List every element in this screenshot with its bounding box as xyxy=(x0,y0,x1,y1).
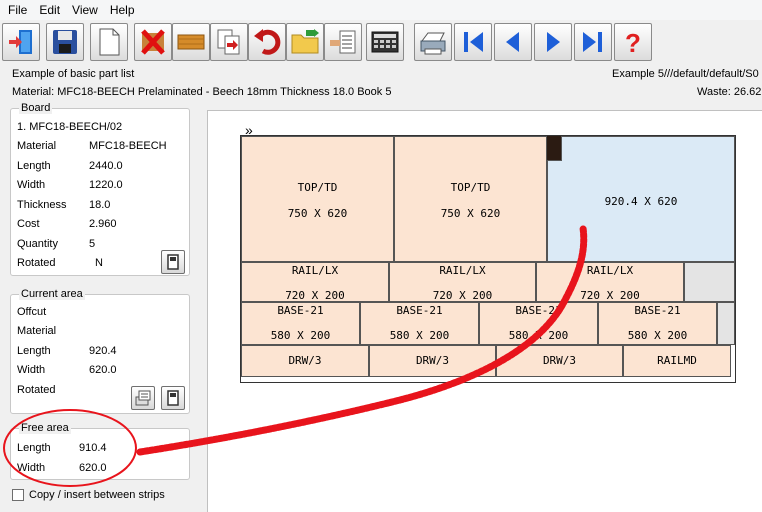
waste-readout: Waste: 26.62 xyxy=(697,86,762,98)
part-cell[interactable]: BASE-21 580 X 200 xyxy=(479,302,598,345)
board-row-quantity: Quantity 5 xyxy=(17,238,96,250)
question-mark-icon: ? xyxy=(625,28,641,57)
copy-insert-checkbox[interactable]: Copy / insert between strips xyxy=(12,489,165,501)
free-area-group: Free area Length 910.4 Width 620.0 xyxy=(10,422,190,480)
menu-file[interactable]: File xyxy=(2,3,33,17)
part-cell[interactable]: RAIL/LX 720 X 200 xyxy=(389,262,536,302)
board-group-title: Board xyxy=(19,102,53,114)
menu-edit[interactable]: Edit xyxy=(33,3,66,17)
list-title: Example of basic part list xyxy=(12,68,135,80)
part-cell[interactable]: BASE-21 580 X 200 xyxy=(598,302,717,345)
part-cell[interactable]: DRW/3 xyxy=(241,345,369,377)
open-folder-button[interactable] xyxy=(286,23,324,61)
last-page-icon xyxy=(583,32,602,52)
free-row-length: Length 910.4 xyxy=(17,442,107,454)
waste-cell xyxy=(717,302,735,345)
current-row-rotated: Rotated xyxy=(17,384,56,396)
list-path: Example 5///default/default/S0 xyxy=(612,68,759,80)
wood-board-icon xyxy=(177,34,205,50)
print-button[interactable] xyxy=(414,23,452,61)
toolbar: ? xyxy=(0,20,762,66)
free-area-cell[interactable]: 920.4 X 620 xyxy=(547,160,735,262)
offcut-list-button[interactable] xyxy=(131,386,155,410)
part-cell[interactable]: RAILMD xyxy=(623,345,731,377)
board-row-cost: Cost 2.960 xyxy=(17,218,117,230)
svg-text:?: ? xyxy=(625,28,641,57)
part-cell[interactable]: RAIL/LX 720 X 200 xyxy=(241,262,389,302)
exit-door-icon xyxy=(9,30,32,54)
board-group: Board 1. MFC18-BEECH/02 Material MFC18-BE… xyxy=(10,102,190,276)
current-row-material: Material xyxy=(17,325,57,337)
current-area-title: Current area xyxy=(19,288,85,300)
documents-arrow-icon xyxy=(217,29,240,55)
board-button[interactable] xyxy=(172,23,210,61)
menu-help[interactable]: Help xyxy=(104,3,141,17)
delete-button[interactable] xyxy=(134,23,172,61)
previous-button[interactable] xyxy=(494,23,532,61)
free-area-top xyxy=(561,136,735,161)
current-row-length: Length 920.4 xyxy=(17,345,117,357)
floppy-disk-icon xyxy=(53,30,77,54)
checkbox-box[interactable] xyxy=(12,489,24,501)
board-item: 1. MFC18-BEECH/02 xyxy=(17,121,123,133)
current-row-width: Width 620.0 xyxy=(17,364,117,376)
undo-arrow-icon xyxy=(254,29,281,55)
board-row-thickness: Thickness 18.0 xyxy=(17,199,111,211)
rotate-board-button[interactable] xyxy=(161,250,185,274)
save-button[interactable] xyxy=(46,23,84,61)
list-stack-icon xyxy=(135,390,151,406)
next-icon xyxy=(547,32,560,52)
part-cell[interactable]: RAIL/LX 720 X 200 xyxy=(536,262,684,302)
exit-button[interactable] xyxy=(2,23,40,61)
menu-bar: File Edit View Help xyxy=(0,0,762,20)
red-x-icon xyxy=(141,29,165,55)
printer-icon xyxy=(420,32,446,55)
keypad-icon xyxy=(371,31,399,53)
copy-insert-label: Copy / insert between strips xyxy=(29,489,165,501)
cutting-layout-view[interactable]: » TOP/TD 750 X 620 TOP/TD 750 X 620 920.… xyxy=(207,110,762,512)
board-layout: » TOP/TD 750 X 620 TOP/TD 750 X 620 920.… xyxy=(240,122,736,383)
current-area-group: Current area Offcut Material Length 920.4… xyxy=(10,288,190,414)
part-cell[interactable]: TOP/TD 750 X 620 xyxy=(394,136,547,262)
board-row-rotated: Rotated N xyxy=(17,257,103,269)
material-line: Material: MFC18-BEECH Prelaminated - Bee… xyxy=(12,86,392,98)
new-button[interactable] xyxy=(90,23,128,61)
previous-icon xyxy=(506,32,519,52)
rotate-area-button[interactable] xyxy=(161,386,185,410)
blank-page-icon xyxy=(99,28,120,56)
trim-marker xyxy=(547,136,561,160)
hand-list-icon xyxy=(330,30,356,54)
folder-icon xyxy=(291,29,319,54)
free-row-width: Width 620.0 xyxy=(17,462,107,474)
left-panel: Board 1. MFC18-BEECH/02 Material MFC18-BE… xyxy=(0,100,198,512)
board-icon xyxy=(167,390,179,406)
undo-button[interactable] xyxy=(248,23,286,61)
board-icon xyxy=(167,254,179,270)
board-row-material: Material MFC18-BEECH xyxy=(17,140,167,152)
board-row-length: Length 2440.0 xyxy=(17,160,123,172)
part-cell[interactable]: DRW/3 xyxy=(369,345,496,377)
next-button[interactable] xyxy=(534,23,572,61)
list-button[interactable] xyxy=(324,23,362,61)
help-button[interactable]: ? xyxy=(614,23,652,61)
waste-cell xyxy=(684,262,735,302)
first-page-icon xyxy=(464,32,483,52)
part-cell[interactable]: BASE-21 580 X 200 xyxy=(241,302,360,345)
copy-button[interactable] xyxy=(210,23,248,61)
part-cell[interactable]: DRW/3 xyxy=(496,345,623,377)
menu-view[interactable]: View xyxy=(66,3,104,17)
calculator-button[interactable] xyxy=(366,23,404,61)
part-cell[interactable]: BASE-21 580 X 200 xyxy=(360,302,479,345)
part-cell[interactable]: TOP/TD 750 X 620 xyxy=(241,136,394,262)
last-button[interactable] xyxy=(574,23,612,61)
current-row-offcut: Offcut xyxy=(17,306,47,318)
free-area-title: Free area xyxy=(19,422,71,434)
board-row-width: Width 1220.0 xyxy=(17,179,123,191)
first-button[interactable] xyxy=(454,23,492,61)
